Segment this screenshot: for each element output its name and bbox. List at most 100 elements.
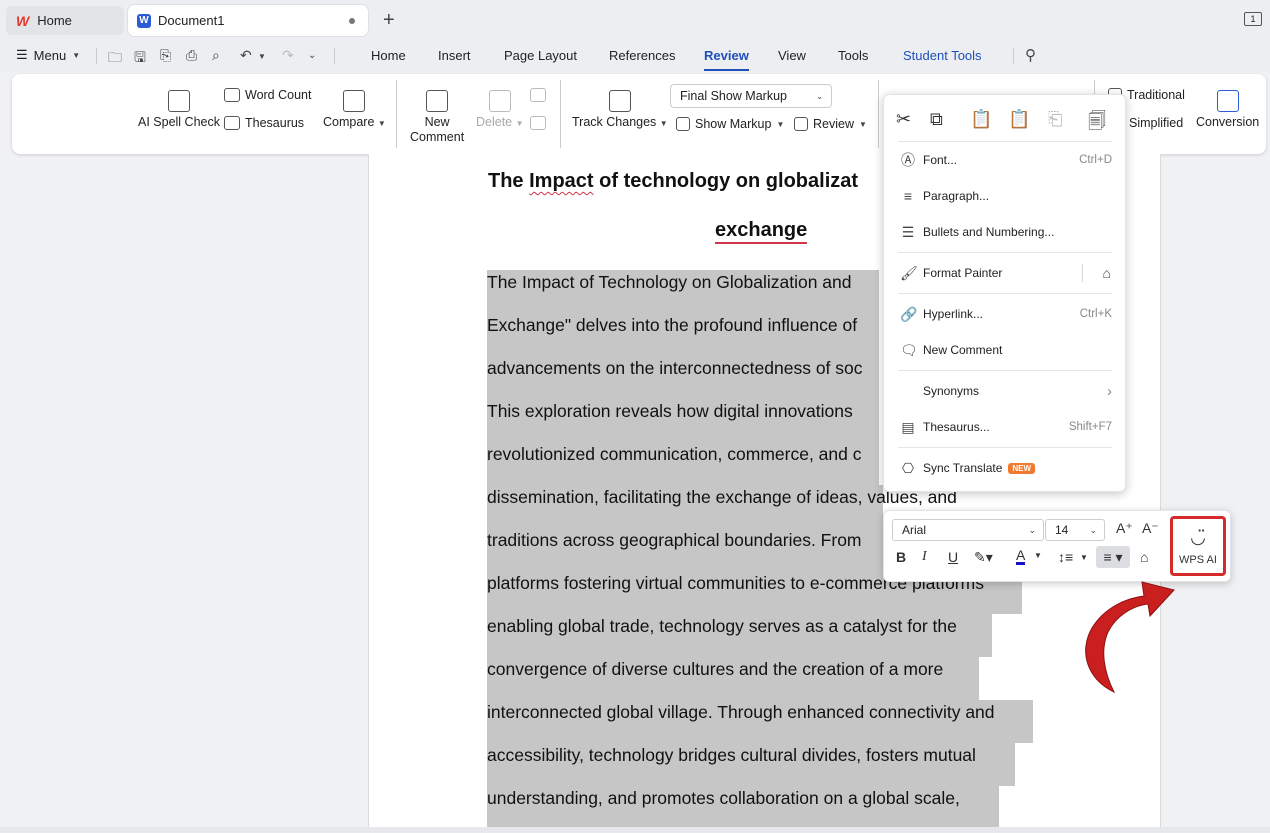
body-text-line[interactable]: understanding, and promotes collaboratio… [487,788,960,809]
tab-insert[interactable]: Insert [438,48,471,63]
tab-home[interactable]: W Home [6,6,124,35]
customize-chevron-icon[interactable]: ⌄ [308,50,316,61]
increase-font-icon[interactable]: A⁺ [1116,520,1133,537]
track-changes-icon [608,90,631,112]
window-switch-icon[interactable]: 1 [1244,12,1262,26]
markup-mode-select[interactable]: Final Show Markup ⌄ [670,84,832,108]
body-text-line[interactable]: convergence of diverse cultures and the … [487,659,943,680]
chevron-down-icon[interactable]: ▼ [1080,553,1088,562]
paste-format-icon[interactable]: 📋 [1008,109,1030,130]
tab-page-layout[interactable]: Page Layout [504,48,577,63]
undo-chevron-icon[interactable]: ▼ [258,52,266,61]
next-comment-icon [530,116,546,130]
body-text-line[interactable]: This exploration reveals how digital inn… [487,401,853,422]
menu-button[interactable]: ☰ Menu ▼ [16,47,80,63]
tab-student-tools[interactable]: Student Tools [903,48,982,63]
body-text-line[interactable]: The Impact of Technology on Globalizatio… [487,272,852,293]
menu-item-synonyms[interactable]: Synonyms › [884,379,1127,403]
simplified-chinese-button[interactable]: Simplified [1129,116,1183,130]
line-spacing-icon[interactable]: ↕≡ [1058,549,1073,565]
new-tab-button[interactable]: + [383,9,395,32]
word-count-button[interactable]: Word Count [224,88,311,102]
chevron-down-icon[interactable]: ▼ [1034,551,1042,560]
body-text-line[interactable]: enabling global trade, technology serves… [487,616,957,637]
paste-text-only-icon[interactable]: ⎗ [1048,109,1062,130]
body-text-line[interactable]: accessibility, technology bridges cultur… [487,745,976,766]
save-icon[interactable]: 🖫 [134,47,146,71]
undo-icon[interactable]: ↶ [240,47,252,64]
body-text-line[interactable]: advancements on the interconnectedness o… [487,358,863,379]
document-title-line-2[interactable]: exchange [715,219,808,244]
previous-comment-button[interactable] [530,88,546,102]
tab-review[interactable]: Review [704,48,749,71]
align-icon[interactable]: ≡ ▾ [1096,546,1130,568]
format-painter-icon[interactable]: ⌂ [1140,549,1148,565]
cut-icon[interactable]: ✂ [896,109,911,130]
menu-item-bullets[interactable]: ☰ Bullets and Numbering... [884,220,1127,244]
paste-icon[interactable]: 📋 [970,109,992,130]
paste-special-icon[interactable]: 🗐 [1088,109,1106,139]
unsaved-dot-icon[interactable] [349,18,355,24]
chevron-down-icon: ⌄ [1028,524,1036,535]
wps-ai-button[interactable]: ◡̈ WPS AI [1170,516,1226,576]
menu-item-label: Sync Translate [923,461,1003,475]
new-comment-button[interactable]: New Comment [410,90,464,145]
menu-item-sync-translate[interactable]: ⎔ Sync Translate NEW [884,456,1127,480]
track-changes-button[interactable]: Track Changes ▼ [572,90,668,131]
chevron-down-icon: ▼ [515,119,524,128]
brush-icon[interactable]: ⌂ [1103,265,1111,281]
new-badge: NEW [1008,463,1036,475]
bold-icon[interactable]: B [896,549,906,565]
decrease-font-icon[interactable]: A⁻ [1142,520,1159,537]
body-text-line[interactable]: Exchange" delves into the profound influ… [487,315,857,336]
chevron-down-icon: ▼ [776,119,785,129]
review-pane-button[interactable]: Review ▼ [794,117,867,131]
menu-item-font[interactable]: Ⓐ Font... Ctrl+D [884,148,1127,172]
tab-references[interactable]: References [609,48,675,63]
new-comment-label-2: Comment [410,130,465,144]
conversion-button[interactable]: Conversion [1196,90,1259,130]
ai-spell-check-button[interactable]: AI Spell Check [138,90,220,130]
copy-icon[interactable]: ⧉ [930,109,943,130]
font-color-icon[interactable]: A [1016,548,1026,565]
thesaurus-button[interactable]: Thesaurus [224,116,304,130]
show-markup-button[interactable]: Show Markup ▼ [676,117,784,131]
body-text-line[interactable]: interconnected global village. Through e… [487,702,995,723]
redo-icon[interactable]: ↷ [282,47,294,64]
wps-logo-icon: W [16,12,30,29]
tab-tools[interactable]: Tools [838,48,868,63]
highlight-icon[interactable]: ✎▾ [974,549,993,566]
export-pdf-icon[interactable]: ⎘ [160,47,171,64]
document-title-line-1[interactable]: The Impact of technology on globalizat [488,170,858,193]
delete-comment-button[interactable]: Delete ▼ [476,90,524,131]
new-comment-label-1: New [424,115,450,129]
menu-item-new-comment[interactable]: 🗨 New Comment [884,338,1127,362]
menu-item-thesaurus[interactable]: ▤ Thesaurus... Shift+F7 [884,415,1127,439]
underline-icon[interactable]: U [948,549,958,565]
body-text-line[interactable]: revolutionized communication, commerce, … [487,444,861,465]
font-size-select[interactable]: 14 ⌄ [1045,519,1105,541]
compare-button[interactable]: Compare ▼ [323,90,386,131]
open-folder-icon[interactable]: 🗀 [108,47,122,71]
next-comment-button[interactable] [530,116,546,130]
menu-item-label: Paragraph... [923,189,990,203]
simplified-label: Simplified [1129,116,1184,130]
tab-home-ribbon[interactable]: Home [371,48,406,63]
italic-icon[interactable]: I [922,549,927,565]
menu-item-hyperlink[interactable]: 🔗 Hyperlink... Ctrl+K [884,302,1127,326]
menu-item-format-painter[interactable]: 🖌 Format Painter ⌂ [884,261,1127,285]
print-icon[interactable]: ⎙ [186,47,197,64]
search-icon[interactable]: ⚲ [1025,46,1036,64]
tab-document[interactable]: W Document1 [128,5,368,36]
menu-item-paragraph[interactable]: ≡ Paragraph... [884,184,1127,208]
conversion-label: Conversion [1196,115,1260,129]
conversion-icon [1216,90,1239,112]
print-preview-icon[interactable]: ⌕ [212,47,220,64]
word-count-label: Word Count [245,88,312,102]
horizontal-scrollbar[interactable] [0,827,1270,833]
divider [560,80,561,148]
tab-view[interactable]: View [778,48,806,63]
hamburger-icon: ☰ [16,47,28,62]
body-text-line[interactable]: traditions across geographical boundarie… [487,530,862,551]
font-name-select[interactable]: Arial ⌄ [892,519,1044,541]
